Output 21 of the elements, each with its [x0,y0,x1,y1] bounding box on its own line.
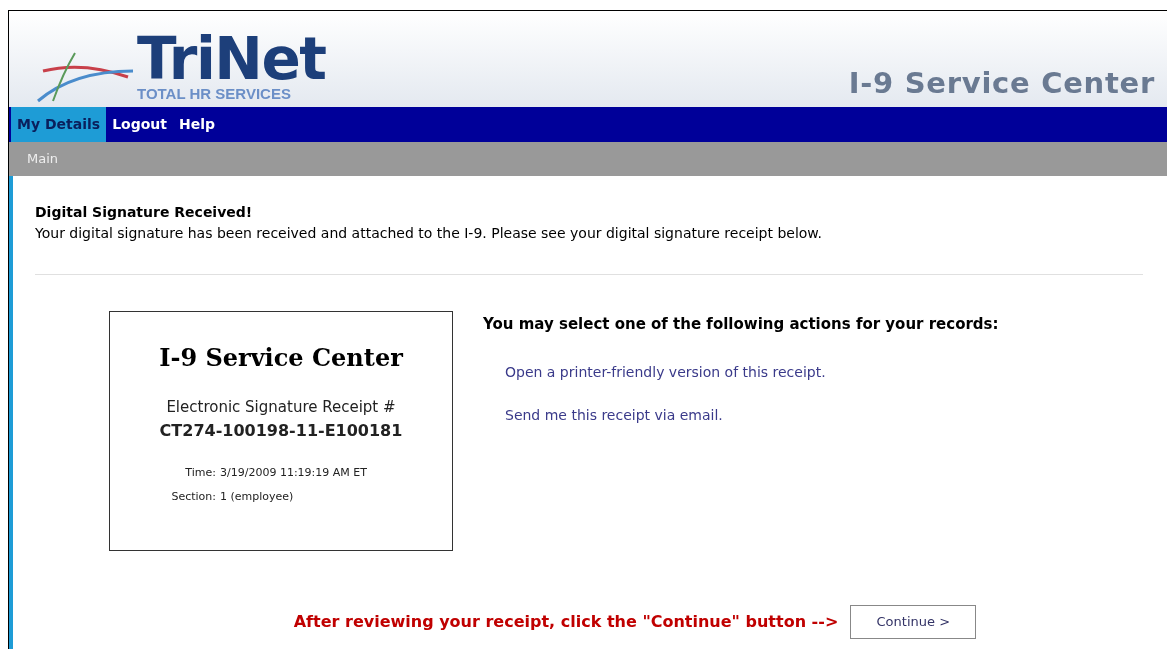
actions-heading: You may select one of the following actions for your records: [483,314,999,335]
action-link[interactable]: Open a printer-friendly version of this receipt. [505,361,999,383]
field-value: 3/19/2009 11:19:19 AM ET [220,464,367,481]
action-link[interactable]: Send me this receipt via email. [505,404,999,426]
nav-tab[interactable]: My Details [11,107,107,142]
receipt-title: I-9 Service Center [159,342,403,374]
receipt-number: CT274-100198-11-E100181 [159,419,403,442]
nav-tab[interactable]: Help [172,107,221,142]
logo-wordmark: TriNet [137,33,326,85]
receipt-label: Electronic Signature Receipt # [166,397,396,418]
continue-button[interactable]: Continue > [850,605,977,639]
logo-tagline: TOTAL HR SERVICES [137,85,291,103]
message-text: Your digital signature has been received and attached to the I-9. Please see your digital signature receipt below. [35,224,823,243]
nav-tab[interactable]: Logout [106,107,173,142]
message-heading: Digital Signature Received! [35,203,254,222]
field-value: 1 (employee) [220,489,294,505]
field-label: Time: [184,464,216,481]
breadcrumb: Main [27,150,59,169]
continue-prompt: After reviewing your receipt, click the "Continue" button --> [293,611,839,633]
page-title: I-9 Service Center [848,64,1155,102]
field-label: Section: [170,489,216,505]
